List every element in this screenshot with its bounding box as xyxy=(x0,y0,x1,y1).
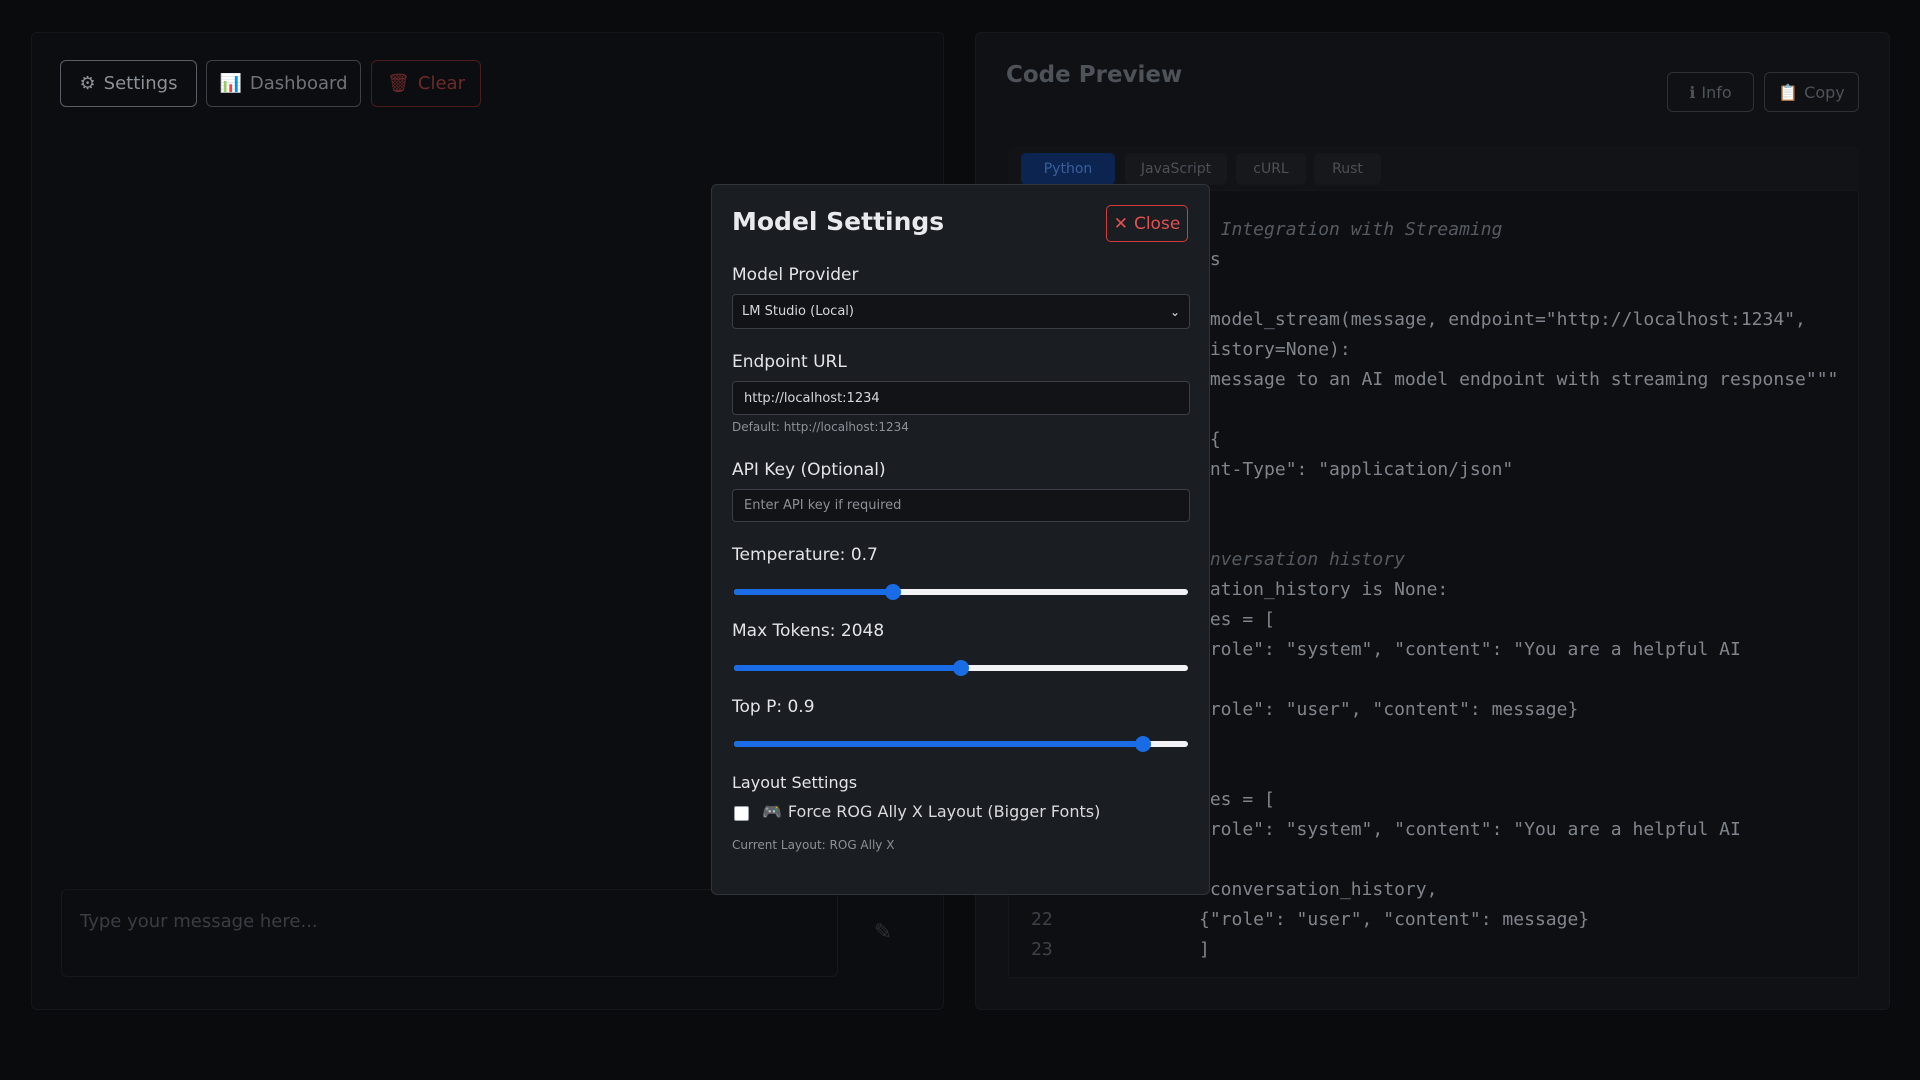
endpoint-url-field xyxy=(732,381,1190,415)
code-text: onversation history xyxy=(1199,549,1405,570)
model-settings-modal: Model Settings ✕ Close Model Provider LM… xyxy=(711,184,1210,895)
top-p-label: Top P: 0.9 xyxy=(732,697,815,717)
force-layout-checkbox[interactable] xyxy=(734,806,749,821)
code-text: history=None): xyxy=(1199,339,1351,360)
layout-settings-heading: Layout Settings xyxy=(732,773,858,792)
settings-button[interactable]: ⚙ Settings xyxy=(60,60,197,107)
clear-button-label: Clear xyxy=(417,73,465,94)
message-input-box xyxy=(61,889,838,977)
send-button[interactable]: ✎ xyxy=(852,890,914,975)
temperature-slider-thumb[interactable] xyxy=(884,584,901,600)
chevron-down-icon: ⌄ xyxy=(1169,304,1180,319)
max-tokens-slider[interactable] xyxy=(734,659,1188,677)
code-text: "role": "system", "content": "You are a … xyxy=(1199,639,1741,660)
modal-title: Model Settings xyxy=(732,207,945,236)
copy-button-label: Copy xyxy=(1804,82,1845,102)
tab-python[interactable]: Python xyxy=(1021,153,1115,185)
gear-icon: ⚙ xyxy=(79,73,96,94)
message-input[interactable] xyxy=(78,910,825,933)
model-provider-select[interactable]: LM Studio (Local) ⌄ xyxy=(732,294,1190,329)
info-button[interactable]: ℹ Info xyxy=(1667,72,1754,112)
top-p-slider[interactable] xyxy=(734,735,1188,753)
endpoint-url-input[interactable] xyxy=(742,389,1180,407)
copy-button[interactable]: 📋 Copy xyxy=(1764,72,1859,112)
clear-button[interactable]: 🗑 Clear xyxy=(371,60,481,107)
code-text: message to an AI model endpoint with str… xyxy=(1199,369,1839,390)
code-preview-title: Code Preview xyxy=(1006,62,1183,88)
tab-javascript[interactable]: JavaScript xyxy=(1125,153,1227,185)
api-key-label: API Key (Optional) xyxy=(732,460,886,480)
close-icon: ✕ xyxy=(1113,213,1128,234)
temperature-label: Temperature: 0.7 xyxy=(732,545,878,565)
gamepad-icon: 🎮 xyxy=(762,802,782,821)
clipboard-icon: 📋 xyxy=(1778,82,1799,102)
code-text: ges = [ xyxy=(1199,789,1275,810)
info-button-label: Info xyxy=(1701,82,1732,102)
dashboard-button-label: Dashboard xyxy=(249,73,348,94)
current-layout-text: Current Layout: ROG Ally X xyxy=(732,838,895,852)
close-button-label: Close xyxy=(1133,213,1181,234)
code-text: ges = [ xyxy=(1199,609,1275,630)
temperature-slider[interactable] xyxy=(734,583,1188,601)
code-text: "role": "user", "content": message} xyxy=(1199,699,1579,720)
model-provider-label: Model Provider xyxy=(732,265,859,285)
force-layout-label-text: Force ROG Ally X Layout (Bigger Fonts) xyxy=(787,802,1101,821)
dashboard-button[interactable]: 📊 Dashboard xyxy=(206,60,361,107)
code-text: model_stream(message, endpoint="http://l… xyxy=(1199,309,1806,330)
line-number: 23 xyxy=(1031,939,1053,960)
pencil-icon: ✎ xyxy=(873,920,893,945)
line-number: 22 xyxy=(1031,909,1053,930)
chart-icon: 📊 xyxy=(219,73,242,94)
code-text: *conversation_history, xyxy=(1199,879,1438,900)
top-p-slider-thumb[interactable] xyxy=(1134,736,1151,752)
trash-icon: 🗑 xyxy=(387,73,410,94)
code-text: {"role": "user", "content": message} xyxy=(1199,909,1590,930)
code-text: sation_history is None: xyxy=(1199,579,1449,600)
max-tokens-slider-thumb[interactable] xyxy=(952,660,969,676)
close-button[interactable]: ✕ Close xyxy=(1106,205,1188,242)
api-key-field xyxy=(732,489,1190,522)
endpoint-hint: Default: http://localhost:1234 xyxy=(732,420,909,434)
tab-rust[interactable]: Rust xyxy=(1314,153,1381,185)
api-key-input[interactable] xyxy=(742,497,1180,514)
code-text: ] xyxy=(1199,939,1210,960)
settings-button-label: Settings xyxy=(103,73,178,94)
code-text: I Integration with Streaming xyxy=(1199,219,1503,240)
tab-curl[interactable]: cURL xyxy=(1236,153,1306,185)
max-tokens-label: Max Tokens: 2048 xyxy=(732,621,885,641)
code-text: "role": "system", "content": "You are a … xyxy=(1199,819,1741,840)
info-icon: ℹ xyxy=(1689,82,1696,102)
model-provider-value: LM Studio (Local) xyxy=(742,304,854,319)
endpoint-url-label: Endpoint URL xyxy=(732,352,847,372)
force-layout-checkbox-label[interactable]: 🎮 Force ROG Ally X Layout (Bigger Fonts) xyxy=(762,802,1100,821)
code-text: ent-Type": "application/json" xyxy=(1199,459,1514,480)
